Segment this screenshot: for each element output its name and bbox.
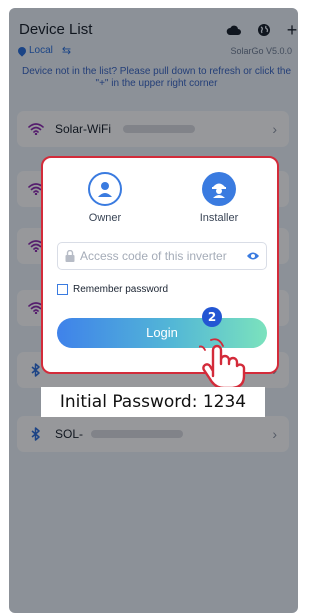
access-code-input[interactable] — [80, 247, 240, 265]
step-badge: 2 — [202, 307, 222, 327]
access-code-field[interactable] — [57, 242, 267, 270]
person-icon — [88, 172, 122, 206]
installer-icon — [202, 172, 236, 206]
role-label: Installer — [199, 212, 239, 224]
remember-password-checkbox[interactable] — [57, 284, 68, 295]
role-label: Owner — [88, 212, 122, 224]
tap-hand-icon — [199, 338, 246, 390]
remember-password[interactable]: Remember password — [57, 284, 168, 295]
eye-icon[interactable] — [246, 250, 260, 262]
app-screen: Device List + Local ⇆ SolarGo V5.0.0 Dev… — [9, 8, 298, 613]
role-installer[interactable]: Installer — [179, 172, 259, 232]
remember-password-label: Remember password — [73, 284, 169, 295]
lock-icon — [65, 250, 75, 262]
password-callout: Initial Password: 1234 — [41, 387, 265, 417]
role-owner[interactable]: Owner — [65, 172, 145, 232]
